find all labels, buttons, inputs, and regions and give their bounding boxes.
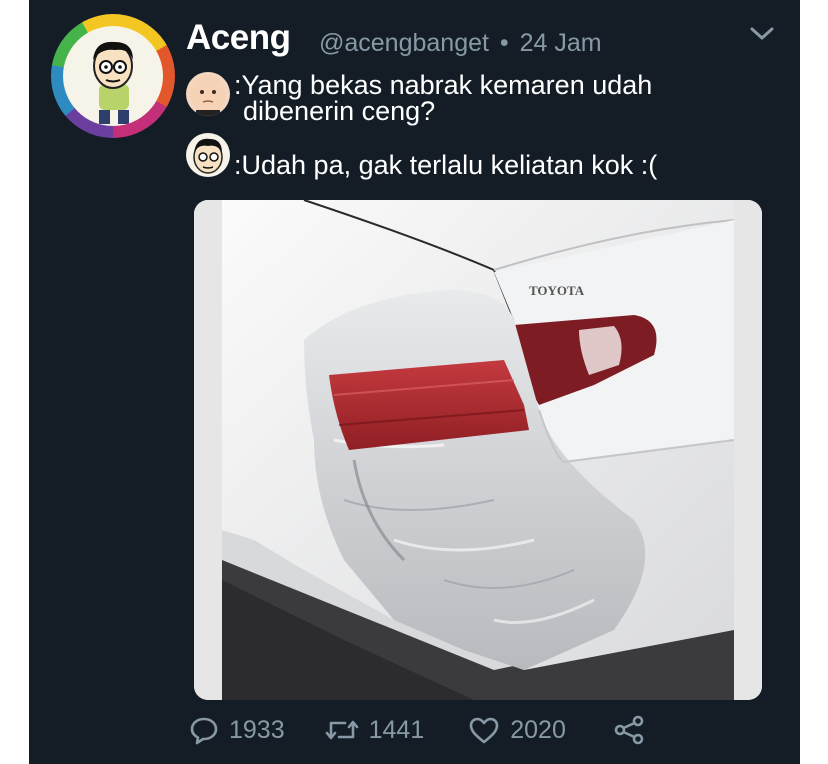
boss-baby-avatar-icon — [186, 72, 230, 116]
like-button[interactable]: 2020 — [468, 715, 566, 745]
tweet-text-line-1b: dibenerin ceng? — [243, 96, 436, 126]
heart-icon — [469, 717, 499, 744]
display-name[interactable]: Aceng — [186, 18, 291, 58]
meta-separator: • — [499, 29, 509, 57]
tweet-time[interactable]: 24 Jam — [520, 29, 602, 57]
taped-car-photo: TOYOTA — [194, 200, 762, 700]
reply-icon — [190, 717, 218, 745]
tweet-text-line-1: :Yang bekas nabrak kemaren udah — [234, 70, 653, 100]
tweet-card[interactable]: Aceng @acengbanget • 24 Jam :Yang bekas … — [29, 0, 800, 764]
reply-button[interactable]: 1933 — [189, 715, 285, 745]
share-icon — [614, 715, 644, 745]
user-handle[interactable]: @acengbanget — [319, 29, 489, 57]
tweet-meta: @acengbanget • 24 Jam — [319, 29, 602, 58]
retweet-icon — [325, 720, 358, 740]
cartoon-boy-icon — [93, 41, 133, 124]
retweet-count: 1441 — [368, 715, 425, 744]
retweet-button[interactable]: 1441 — [325, 715, 425, 745]
reply-count: 1933 — [229, 715, 285, 744]
car-badge: TOYOTA — [529, 283, 585, 298]
tweet-text-line-2: :Udah pa, gak terlalu keliatan kok :( — [234, 150, 658, 180]
profile-avatar[interactable] — [51, 14, 175, 138]
share-button[interactable] — [612, 714, 656, 746]
action-bar: 1933 1441 2020 — [189, 708, 656, 752]
like-count: 2020 — [510, 715, 566, 744]
cartoon-boy-avatar-icon — [186, 133, 230, 177]
chevron-down-icon[interactable] — [749, 24, 775, 44]
tweet-photo[interactable]: TOYOTA — [194, 200, 762, 700]
